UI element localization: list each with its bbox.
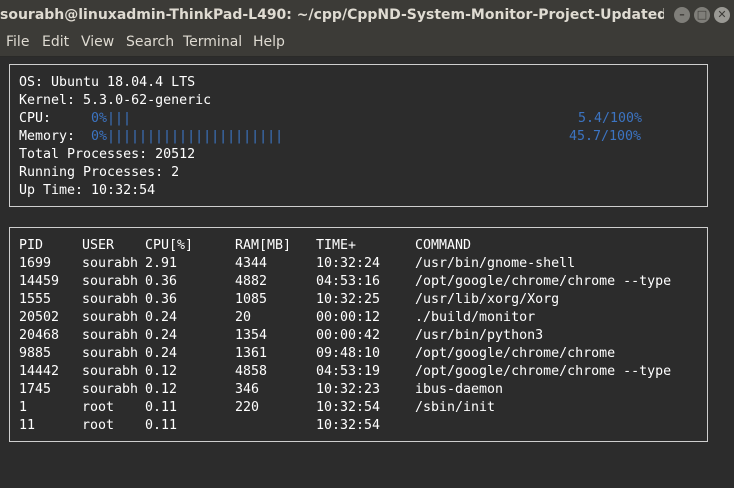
header-time: TIME+: [316, 238, 357, 253]
cell-command: /opt/google/chrome/chrome: [415, 346, 616, 361]
cell-user: sourabh: [82, 382, 139, 397]
menu-terminal[interactable]: Terminal: [183, 34, 242, 50]
cell-ram: 1361: [235, 346, 268, 361]
cell-user: sourabh: [82, 364, 139, 379]
cell-command: ibus-daemon: [415, 382, 504, 397]
cell-time: 10:32:54: [316, 400, 381, 415]
cell-pid: 9885: [19, 346, 52, 361]
cell-cpu: 0.36: [145, 292, 178, 307]
menu-edit[interactable]: Edit: [42, 34, 69, 50]
cell-time: 00:00:42: [316, 328, 381, 343]
menu-search[interactable]: Search: [126, 34, 174, 50]
cell-time: 10:32:25: [316, 292, 381, 307]
cell-user: sourabh: [82, 274, 139, 289]
cell-cpu: 0.24: [145, 310, 178, 325]
menu-bar: File Edit View Search Terminal Help: [0, 30, 734, 57]
cell-command: ./build/monitor: [415, 310, 536, 325]
cell-ram: 1354: [235, 328, 268, 343]
cell-ram: 346: [235, 382, 260, 397]
cell-pid: 14459: [19, 274, 60, 289]
cell-time: 04:53:19: [316, 364, 381, 379]
total-processes: Total Processes: 20512: [19, 147, 196, 162]
cell-user: sourabh: [82, 328, 139, 343]
process-panel: PID USER CPU[%] RAM[MB] TIME+ COMMAND 16…: [9, 227, 708, 442]
header-command: COMMAND: [415, 238, 472, 253]
cell-time: 04:53:16: [316, 274, 381, 289]
header-cpu: CPU[%]: [145, 238, 194, 253]
cell-ram: 1085: [235, 292, 268, 307]
cell-time: 00:00:12: [316, 310, 381, 325]
menu-view[interactable]: View: [81, 34, 114, 50]
memory-label: Memory:: [19, 129, 76, 144]
cpu-value: 5.4/100%: [578, 111, 643, 126]
menu-help[interactable]: Help: [253, 34, 285, 50]
cell-time: 10:32:24: [316, 256, 381, 271]
cpu-label: CPU:: [19, 111, 52, 126]
cpu-bar: 0%|||: [91, 111, 132, 126]
cell-cpu: 0.12: [145, 364, 178, 379]
cell-ram: 20: [235, 310, 252, 325]
cell-cpu: 2.91: [145, 256, 178, 271]
cell-cpu: 0.12: [145, 382, 178, 397]
cell-cpu: 0.36: [145, 274, 178, 289]
cell-pid: 1555: [19, 292, 52, 307]
cell-pid: 1745: [19, 382, 52, 397]
system-panel: OS: Ubuntu 18.04.4 LTS Kernel: 5.3.0-62-…: [9, 64, 708, 207]
cell-pid: 11: [19, 418, 36, 433]
header-pid: PID: [19, 238, 44, 253]
cell-pid: 20502: [19, 310, 60, 325]
memory-bar: 0%||||||||||||||||||||||: [91, 129, 284, 144]
cell-time: 10:32:54: [316, 418, 381, 433]
cell-time: 10:32:23: [316, 382, 381, 397]
menu-file[interactable]: File: [6, 34, 29, 50]
cell-command: /opt/google/chrome/chrome --type: [415, 274, 672, 289]
up-time: Up Time: 10:32:54: [19, 183, 156, 198]
cell-ram: 4344: [235, 256, 268, 271]
os-line: OS: Ubuntu 18.04.4 LTS: [19, 75, 196, 90]
cell-user: sourabh: [82, 256, 139, 271]
cell-pid: 20468: [19, 328, 60, 343]
window-title: sourabh@linuxadmin-ThinkPad-L490: ~/cpp/…: [0, 7, 664, 23]
minimize-icon[interactable]: –: [674, 7, 690, 23]
cell-cpu: 0.24: [145, 328, 178, 343]
cell-command: /usr/lib/xorg/Xorg: [415, 292, 560, 307]
cell-command: /usr/bin/python3: [415, 328, 544, 343]
cell-cpu: 0.11: [145, 400, 178, 415]
cell-pid: 1699: [19, 256, 52, 271]
cell-cpu: 0.24: [145, 346, 178, 361]
cell-ram: 4858: [235, 364, 268, 379]
cell-user: sourabh: [82, 310, 139, 325]
cell-command: /usr/bin/gnome-shell: [415, 256, 576, 271]
header-ram: RAM[MB]: [235, 238, 292, 253]
cell-user: sourabh: [82, 346, 139, 361]
kernel-line: Kernel: 5.3.0-62-generic: [19, 93, 212, 108]
cell-user: root: [82, 418, 115, 433]
window-titlebar[interactable]: sourabh@linuxadmin-ThinkPad-L490: ~/cpp/…: [0, 0, 734, 30]
cell-command: /sbin/init: [415, 400, 496, 415]
header-user: USER: [82, 238, 115, 253]
maximize-icon[interactable]: □: [694, 7, 710, 23]
cell-command: /opt/google/chrome/chrome --type: [415, 364, 672, 379]
cell-pid: 14442: [19, 364, 60, 379]
memory-value: 45.7/100%: [569, 129, 642, 144]
cell-pid: 1: [19, 400, 28, 415]
cell-ram: 220: [235, 400, 260, 415]
close-icon[interactable]: ✕: [714, 7, 730, 23]
running-processes: Running Processes: 2: [19, 165, 180, 180]
cell-time: 09:48:10: [316, 346, 381, 361]
cell-ram: 4882: [235, 274, 268, 289]
terminal-area[interactable]: OS: Ubuntu 18.04.4 LTS Kernel: 5.3.0-62-…: [0, 57, 734, 488]
cell-user: root: [82, 400, 115, 415]
cell-user: sourabh: [82, 292, 139, 307]
cell-cpu: 0.11: [145, 418, 178, 433]
